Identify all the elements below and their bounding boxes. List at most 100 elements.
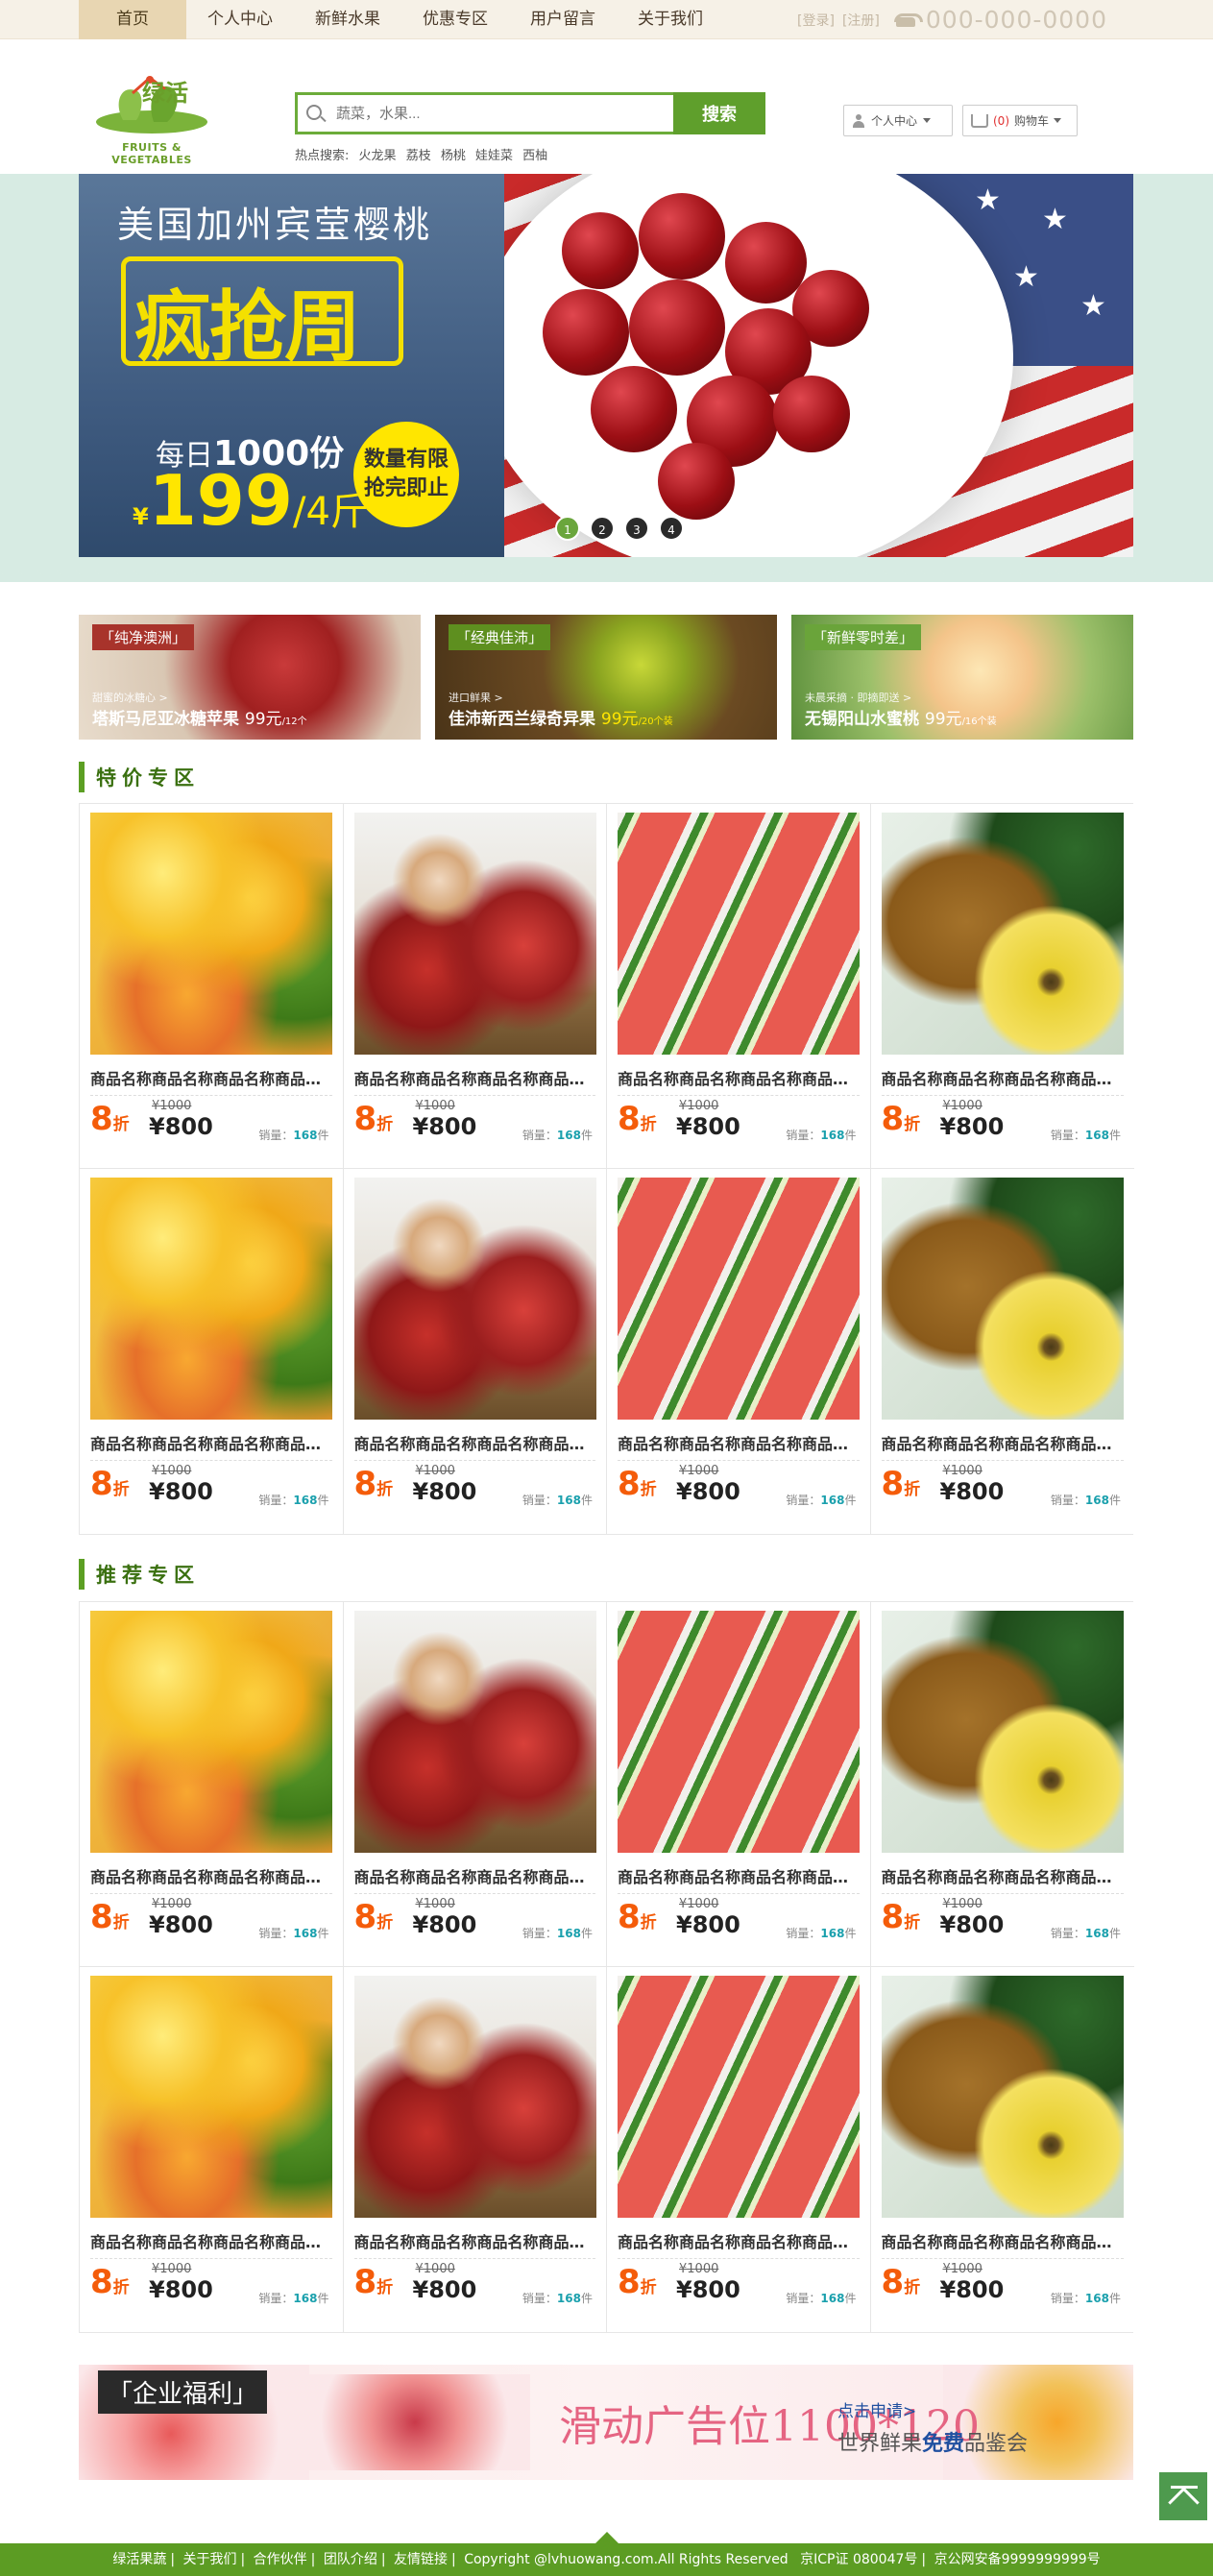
product-old-price: ¥1000 [679,2262,719,2276]
footer-link[interactable]: 绿活果蔬 [112,2552,166,2567]
phone-number: 000-000-0000 [925,6,1107,34]
product-name[interactable]: 商品名称商品名称商品名称商品名称 [90,2229,332,2259]
product-card[interactable]: 商品名称商品名称商品名称商品名称 8折 ¥1000 ¥800 销量：168件 [80,1967,344,2332]
product-image-watermelon[interactable] [618,1611,860,1853]
promo-card-peach[interactable]: 「新鲜零时差」 未晨采摘 · 即摘即送 > 无锡阳山水蜜桃 99元/16个装 [791,615,1133,740]
product-name[interactable]: 商品名称商品名称商品名称商品名称 [353,1864,595,1894]
nav-item-messages[interactable]: 用户留言 [509,0,617,39]
product-name[interactable]: 商品名称商品名称商品名称商品名称 [618,1431,860,1461]
product-image-watermelon[interactable] [618,1976,860,2218]
product-price: ¥800 [149,2276,213,2303]
product-image-watermelon[interactable] [618,813,860,1055]
apply-link[interactable]: 点击申请> [837,2397,916,2421]
search-input[interactable] [295,92,673,134]
hot-search-term[interactable]: 荔枝 [406,149,431,163]
product-image-apple[interactable] [353,813,596,1055]
register-link[interactable]: [注册] [842,11,880,30]
product-image-apple[interactable] [353,1976,596,2218]
nav-item-about[interactable]: 关于我们 [617,0,724,39]
product-card[interactable]: 商品名称商品名称商品名称商品名称 8折 ¥1000 ¥800 销量：168件 [607,1602,871,1967]
hot-search-term[interactable]: 娃娃菜 [475,149,513,163]
nav-item-fresh-fruit[interactable]: 新鲜水果 [294,0,401,39]
product-name[interactable]: 商品名称商品名称商品名称商品名称 [881,2229,1124,2259]
carousel-dot[interactable]: 3 [624,516,649,541]
nav-item-home[interactable]: 首页 [79,0,186,39]
product-price: ¥800 [939,1113,1005,1140]
product-card[interactable]: 商品名称商品名称商品名称商品名称 8折 ¥1000 ¥800 销量：168件 [870,804,1134,1169]
product-discount: 8折 [882,1100,921,1138]
product-name[interactable]: 商品名称商品名称商品名称商品名称 [618,1066,860,1096]
product-card[interactable]: 商品名称商品名称商品名称商品名称 8折 ¥1000 ¥800 销量：168件 [343,804,607,1169]
product-old-price: ¥1000 [679,1897,719,1911]
product-card[interactable]: 商品名称商品名称商品名称商品名称 8折 ¥1000 ¥800 销量：168件 [870,1967,1134,2332]
caret-down-icon [923,118,932,123]
promo-card-apple[interactable]: 「纯净澳洲」 甜蜜的冰糖心 > 塔斯马尼亚冰糖苹果 99元/12个 [79,615,421,740]
welfare-ad-banner[interactable]: 「企业福利」 滑动广告位1100*120 点击申请> 世界鲜果免费品鉴会 [79,2365,1133,2480]
footer-link[interactable]: 友情链接 [394,2552,448,2567]
carousel-dot[interactable]: 4 [659,516,684,541]
product-name[interactable]: 商品名称商品名称商品名称商品名称 [90,1864,332,1894]
product-name[interactable]: 商品名称商品名称商品名称商品名称 [618,1864,860,1894]
welfare-sub-bold: 免费 [922,2432,965,2456]
product-name[interactable]: 商品名称商品名称商品名称商品名称 [353,1431,595,1461]
hot-search-term[interactable]: 杨桃 [441,149,466,163]
product-card[interactable]: 商品名称商品名称商品名称商品名称 8折 ¥1000 ¥800 销量：168件 [607,1967,871,2332]
back-to-top-button[interactable] [1157,2470,1209,2522]
sold-unit: 件 [1108,1927,1121,1940]
product-image-kiwi[interactable] [881,813,1124,1055]
product-image-kiwi[interactable] [881,1178,1124,1420]
hot-search-term[interactable]: 西柚 [522,149,547,163]
product-image-kiwi[interactable] [881,1976,1124,2218]
product-card[interactable]: 商品名称商品名称商品名称商品名称 8折 ¥1000 ¥800 销量：168件 [607,804,871,1169]
nav-item-deals[interactable]: 优惠专区 [401,0,509,39]
cart-dropdown[interactable]: (0) 购物车 [962,105,1078,136]
product-name[interactable]: 商品名称商品名称商品名称商品名称 [353,1066,595,1096]
discount-unit: 折 [376,1913,394,1932]
sold-count: 168 [820,1494,845,1507]
product-card[interactable]: 商品名称商品名称商品名称商品名称 8折 ¥1000 ¥800 销量：168件 [870,1602,1134,1967]
product-name[interactable]: 商品名称商品名称商品名称商品名称 [90,1431,332,1461]
discount-value: 8 [90,1100,113,1138]
user-center-dropdown[interactable]: 个人中心 [843,105,953,136]
product-price: ¥800 [939,2276,1005,2303]
product-card[interactable]: 商品名称商品名称商品名称商品名称 8折 ¥1000 ¥800 销量：168件 [343,1169,607,1534]
product-image-watermelon[interactable] [618,1178,860,1420]
search-button[interactable]: 搜索 [673,92,765,134]
banner-slide[interactable]: 美国加州宾莹樱桃 疯抢周 每日1000份 ¥199/4斤 数量有限 抢完即止 ★… [79,174,1133,557]
product-name[interactable]: 商品名称商品名称商品名称商品名称 [881,1864,1124,1894]
sold-label: 销量： [786,2292,821,2305]
sold-label: 销量： [258,2292,294,2305]
product-name[interactable]: 商品名称商品名称商品名称商品名称 [881,1431,1124,1461]
product-card[interactable]: 商品名称商品名称商品名称商品名称 8折 ¥1000 ¥800 销量：168件 [80,1602,344,1967]
product-card[interactable]: 商品名称商品名称商品名称商品名称 8折 ¥1000 ¥800 销量：168件 [343,1602,607,1967]
login-link[interactable]: [登录] [797,11,835,30]
product-card[interactable]: 商品名称商品名称商品名称商品名称 8折 ¥1000 ¥800 销量：168件 [607,1169,871,1534]
promo-card-kiwi[interactable]: 「经典佳沛」 进口鲜果 > 佳沛新西兰绿奇异果 99元/20个装 [435,615,777,740]
product-image-mango[interactable] [90,1611,332,1853]
footer-link[interactable]: 关于我们 [183,2552,237,2567]
product-image-mango[interactable] [90,813,332,1055]
product-image-kiwi[interactable] [881,1611,1124,1853]
hot-search-term[interactable]: 火龙果 [359,149,397,163]
footer-link[interactable]: 合作伙伴 [254,2552,307,2567]
footer-link[interactable]: 团队介绍 [324,2552,377,2567]
logo[interactable]: 绿活 FRUITS & VEGETABLES [85,74,219,166]
product-name[interactable]: 商品名称商品名称商品名称商品名称 [881,1066,1124,1096]
product-image-apple[interactable] [353,1178,596,1420]
product-card[interactable]: 商品名称商品名称商品名称商品名称 8折 ¥1000 ¥800 销量：168件 [870,1169,1134,1534]
promo-subtitle: 甜蜜的冰糖心 > [92,692,168,704]
nav-item-user-center[interactable]: 个人中心 [186,0,294,39]
product-image-apple[interactable] [353,1611,596,1853]
product-name[interactable]: 商品名称商品名称商品名称商品名称 [618,2229,860,2259]
product-card[interactable]: 商品名称商品名称商品名称商品名称 8折 ¥1000 ¥800 销量：168件 [343,1967,607,2332]
carousel-dot[interactable]: 1 [555,516,580,541]
product-name[interactable]: 商品名称商品名称商品名称商品名称 [90,1066,332,1096]
product-name[interactable]: 商品名称商品名称商品名称商品名称 [353,2229,595,2259]
product-discount: 8折 [618,2263,657,2301]
product-image-mango[interactable] [90,1178,332,1420]
product-card[interactable]: 商品名称商品名称商品名称商品名称 8折 ¥1000 ¥800 销量：168件 [80,1169,344,1534]
carousel-dot[interactable]: 2 [590,516,615,541]
product-image-mango[interactable] [90,1976,332,2218]
product-card[interactable]: 商品名称商品名称商品名称商品名称 8折 ¥1000 ¥800 销量：168件 [80,804,344,1169]
promo-tag: 「新鲜零时差」 [805,624,922,650]
